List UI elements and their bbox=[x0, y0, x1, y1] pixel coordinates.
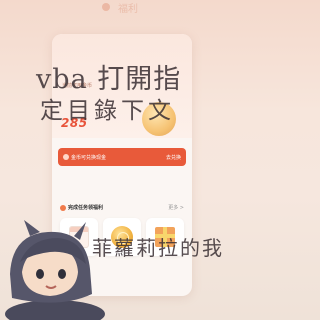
tasks-header: 完成任务领福利 更多 > bbox=[60, 204, 184, 211]
exchange-banner[interactable]: 金币可兑换现金 去兑换 bbox=[58, 148, 186, 166]
top-header-ghost: 福利 bbox=[70, 0, 170, 15]
coin-small-icon bbox=[63, 154, 69, 160]
tasks-title-text: 完成任务领福利 bbox=[68, 205, 104, 211]
top-header-text: 福利 bbox=[118, 3, 138, 15]
task-badge-icon bbox=[60, 204, 66, 211]
tasks-more-link[interactable]: 更多 > bbox=[168, 204, 184, 211]
exchange-button[interactable]: 去兑换 bbox=[166, 154, 181, 161]
cartoon-character-illustration bbox=[5, 220, 105, 320]
header-dot-icon bbox=[102, 3, 110, 11]
exchange-left: 金币可兑换现金 bbox=[63, 154, 106, 161]
overlay-text-line-2: 定目錄下文 bbox=[40, 98, 175, 124]
overlay-text-line-1: vba 打開指 bbox=[36, 64, 182, 95]
overlay-text-line-3: 菲蘿莉拉的我 bbox=[92, 236, 224, 260]
tasks-title: 完成任务领福利 bbox=[60, 204, 103, 211]
exchange-label: 金币可兑换现金 bbox=[71, 154, 107, 161]
